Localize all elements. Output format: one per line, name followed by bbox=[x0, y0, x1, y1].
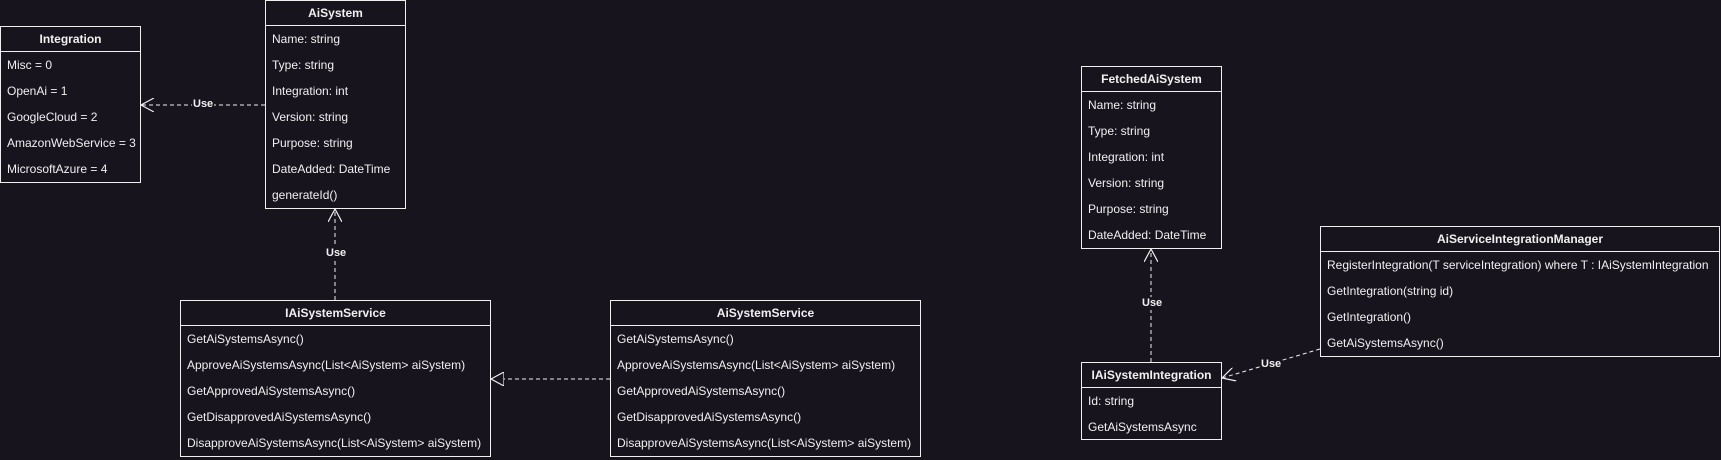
class-title: IAiSystemIntegration bbox=[1082, 363, 1221, 388]
class-integration[interactable]: Integration Misc = 0 OpenAi = 1 GoogleCl… bbox=[0, 26, 141, 183]
class-member: Integration: int bbox=[1088, 150, 1165, 164]
class-member: Purpose: string bbox=[272, 136, 353, 150]
class-member: Misc = 0 bbox=[7, 58, 53, 72]
class-member: Purpose: string bbox=[1088, 202, 1169, 216]
class-member: OpenAi = 1 bbox=[7, 84, 68, 98]
class-method: GetIntegration(string id) bbox=[1327, 284, 1454, 298]
class-member: Integration: int bbox=[272, 84, 349, 98]
edge-label-aisystem-uses-integration: Use bbox=[192, 98, 215, 111]
class-member: MicrosoftAzure = 4 bbox=[7, 162, 108, 176]
class-member: Name: string bbox=[1088, 98, 1157, 112]
class-member: Version: string bbox=[1088, 176, 1165, 190]
class-fetched-ai-system[interactable]: FetchedAiSystem Name: string Type: strin… bbox=[1081, 66, 1222, 249]
class-title: AiSystemService bbox=[611, 301, 920, 326]
class-method: GetAiSystemsAsync() bbox=[1327, 336, 1444, 350]
class-title: Integration bbox=[1, 27, 140, 52]
class-method: GetIntegration() bbox=[1327, 310, 1412, 324]
class-method: GetAiSystemsAsync() bbox=[187, 332, 304, 346]
edge-label-manager-uses-iaisystemintegration: Use bbox=[1260, 358, 1283, 371]
class-member: GoogleCloud = 2 bbox=[7, 110, 98, 124]
class-member: Version: string bbox=[272, 110, 349, 124]
class-ai-system[interactable]: AiSystem Name: string Type: string Integ… bbox=[265, 0, 406, 209]
class-method: GetDisapprovedAiSystemsAsync() bbox=[187, 410, 372, 424]
class-title: IAiSystemService bbox=[181, 301, 490, 326]
class-title: FetchedAiSystem bbox=[1082, 67, 1221, 92]
class-member: DateAdded: DateTime bbox=[1088, 228, 1207, 242]
class-method: DisapproveAiSystemsAsync(List<AiSystem> … bbox=[617, 436, 912, 450]
edge-label-iaisystemintegration-uses-fetchedaisystem: Use bbox=[1141, 297, 1164, 310]
class-ai-service-integration-manager[interactable]: AiServiceIntegrationManager RegisterInte… bbox=[1320, 226, 1720, 357]
class-method: GetApprovedAiSystemsAsync() bbox=[187, 384, 356, 398]
class-method: generateId() bbox=[272, 188, 338, 202]
class-title: AiServiceIntegrationManager bbox=[1321, 227, 1719, 252]
class-member: Name: string bbox=[272, 32, 341, 46]
class-method: DisapproveAiSystemsAsync(List<AiSystem> … bbox=[187, 436, 482, 450]
class-method: RegisterIntegration(T serviceIntegration… bbox=[1327, 258, 1709, 272]
class-method: GetApprovedAiSystemsAsync() bbox=[617, 384, 786, 398]
class-member: AmazonWebService = 3 bbox=[7, 136, 136, 150]
class-method: ApproveAiSystemsAsync(List<AiSystem> aiS… bbox=[187, 358, 466, 372]
class-member: Type: string bbox=[272, 58, 335, 72]
class-ai-system-service[interactable]: AiSystemService GetAiSystemsAsync() Appr… bbox=[610, 300, 921, 457]
class-title: AiSystem bbox=[266, 1, 405, 26]
edge-label-iaisystemservice-uses-aisystem: Use bbox=[325, 247, 348, 260]
class-iai-system-integration[interactable]: IAiSystemIntegration Id: string GetAiSys… bbox=[1081, 362, 1222, 440]
class-iai-system-service[interactable]: IAiSystemService GetAiSystemsAsync() App… bbox=[180, 300, 491, 457]
class-method: GetAiSystemsAsync bbox=[1088, 420, 1197, 434]
class-method: GetAiSystemsAsync() bbox=[617, 332, 734, 346]
class-member: Id: string bbox=[1088, 394, 1135, 408]
class-method: ApproveAiSystemsAsync(List<AiSystem> aiS… bbox=[617, 358, 896, 372]
class-method: GetDisapprovedAiSystemsAsync() bbox=[617, 410, 802, 424]
class-member: Type: string bbox=[1088, 124, 1151, 138]
class-member: DateAdded: DateTime bbox=[272, 162, 391, 176]
